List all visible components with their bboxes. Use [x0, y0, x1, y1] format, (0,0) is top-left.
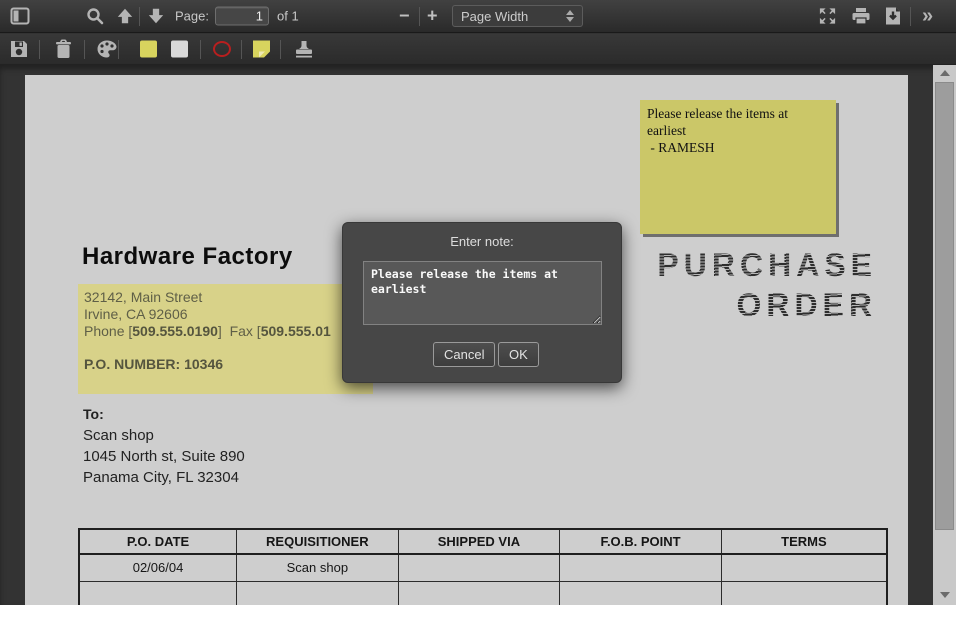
separator — [280, 40, 281, 59]
separator — [139, 7, 140, 26]
ellipse-annotation-button[interactable] — [213, 41, 231, 57]
cell-empty — [398, 581, 560, 605]
address-line2: Irvine, CA 92606 — [84, 306, 373, 323]
download-icon — [884, 7, 902, 26]
zoom-level-value: Page Width — [461, 9, 566, 24]
table-header-row: P.O. DATE REQUISITIONER SHIPPED VIA F.O.… — [79, 529, 887, 554]
highlight-color-yellow-button[interactable] — [140, 41, 157, 58]
main-toolbar: Page: of 1 − + Page Width — [0, 0, 956, 33]
scrollbar-thumb[interactable] — [935, 82, 954, 530]
cell-empty — [721, 581, 887, 605]
scroll-up-button[interactable] — [933, 65, 956, 80]
sticky-note-line2: - RAMESH — [647, 139, 829, 156]
sticky-note-tool-button[interactable] — [253, 41, 270, 58]
cell-terms — [721, 554, 887, 581]
to-line3: Panama City, FL 32304 — [83, 467, 245, 488]
cancel-button[interactable]: Cancel — [433, 342, 495, 367]
phone-fax-line: Phone [509.555.0190] Fax [509.555.01 — [84, 323, 373, 340]
col-shipped-via: SHIPPED VIA — [398, 529, 560, 554]
white-swatch-icon — [171, 41, 188, 58]
search-button[interactable] — [86, 7, 104, 25]
page-number-input[interactable] — [215, 7, 269, 26]
arrow-down-icon — [147, 7, 165, 25]
scroll-up-icon — [940, 70, 950, 76]
zoom-out-button[interactable]: − — [399, 6, 410, 27]
to-line1: Scan shop — [83, 425, 245, 446]
cell-shipped-via — [398, 554, 560, 581]
sidebar-toggle-button[interactable] — [10, 7, 30, 25]
note-textarea[interactable]: Please release the items at earliest — [363, 261, 602, 325]
save-button[interactable] — [10, 40, 28, 58]
dialog-title: Enter note: — [343, 234, 621, 249]
yellow-swatch-icon — [140, 41, 157, 58]
stamp-icon — [294, 40, 314, 59]
ok-button[interactable]: OK — [498, 342, 539, 367]
recipient-block: To: Scan shop 1045 North st, Suite 890 P… — [83, 404, 245, 488]
palette-icon — [97, 40, 117, 58]
cell-empty — [560, 581, 722, 605]
scroll-down-icon — [940, 592, 950, 598]
pdf-annotation-viewer: Page: of 1 − + Page Width — [0, 0, 963, 617]
separator — [910, 7, 911, 26]
cell-po-date: 02/06/04 — [79, 554, 237, 581]
delete-annotation-button[interactable] — [55, 40, 72, 59]
search-icon — [86, 7, 104, 25]
sidebar-toggle-icon — [10, 7, 30, 25]
select-arrows-icon — [566, 10, 574, 22]
separator — [241, 40, 242, 59]
stamp-texture-overlay — [610, 245, 880, 329]
sticky-note-line1: Please release the items at earliest — [647, 105, 829, 139]
zoom-level-select[interactable]: Page Width — [452, 5, 583, 27]
to-label: To: — [83, 404, 245, 425]
sticky-note-annotation[interactable]: Please release the items at earliest - R… — [640, 100, 836, 234]
presentation-mode-button[interactable] — [818, 7, 837, 26]
trash-icon — [55, 40, 72, 59]
cell-requisitioner: Scan shop — [237, 554, 399, 581]
po-number: P.O. NUMBER: 10346 — [84, 356, 373, 373]
page-count-label: of 1 — [277, 9, 299, 24]
col-po-date: P.O. DATE — [79, 529, 237, 554]
zoom-in-button[interactable]: + — [427, 6, 438, 27]
highlight-annotation[interactable]: 32142, Main Street Irvine, CA 92606 Phon… — [78, 284, 373, 394]
stamp-tool-button[interactable] — [294, 40, 314, 59]
address-line1: 32142, Main Street — [84, 289, 373, 306]
sticky-note-icon — [253, 41, 270, 58]
highlight-color-white-button[interactable] — [171, 41, 188, 58]
save-icon — [10, 40, 28, 58]
annotation-toolbar — [0, 34, 956, 65]
print-button[interactable] — [851, 7, 871, 25]
separator — [419, 7, 420, 26]
scroll-down-button[interactable] — [933, 587, 956, 602]
table-row: 02/06/04 Scan shop — [79, 554, 887, 581]
table-row — [79, 581, 887, 605]
separator — [84, 40, 85, 59]
vertical-scrollbar — [933, 65, 956, 605]
printer-icon — [851, 7, 871, 25]
company-name: Hardware Factory — [82, 243, 293, 271]
cell-empty — [237, 581, 399, 605]
cell-fob-point — [560, 554, 722, 581]
download-button[interactable] — [884, 7, 902, 26]
previous-page-button[interactable] — [116, 7, 134, 25]
enter-note-dialog: Enter note: Please release the items at … — [342, 222, 622, 383]
more-tools-button[interactable]: » — [922, 6, 933, 26]
separator — [39, 40, 40, 59]
col-terms: TERMS — [721, 529, 887, 554]
col-requisitioner: REQUISITIONER — [237, 529, 399, 554]
next-page-button[interactable] — [147, 7, 165, 25]
arrow-up-icon — [116, 7, 134, 25]
page-label: Page: — [175, 9, 209, 24]
red-circle-icon — [213, 41, 231, 57]
cell-empty — [79, 581, 237, 605]
separator — [200, 40, 201, 59]
fullscreen-icon — [818, 7, 837, 26]
separator — [118, 40, 119, 59]
po-table: P.O. DATE REQUISITIONER SHIPPED VIA F.O.… — [78, 528, 888, 605]
color-picker-button[interactable] — [97, 40, 117, 58]
col-fob-point: F.O.B. POINT — [560, 529, 722, 554]
to-line2: 1045 North st, Suite 890 — [83, 446, 245, 467]
